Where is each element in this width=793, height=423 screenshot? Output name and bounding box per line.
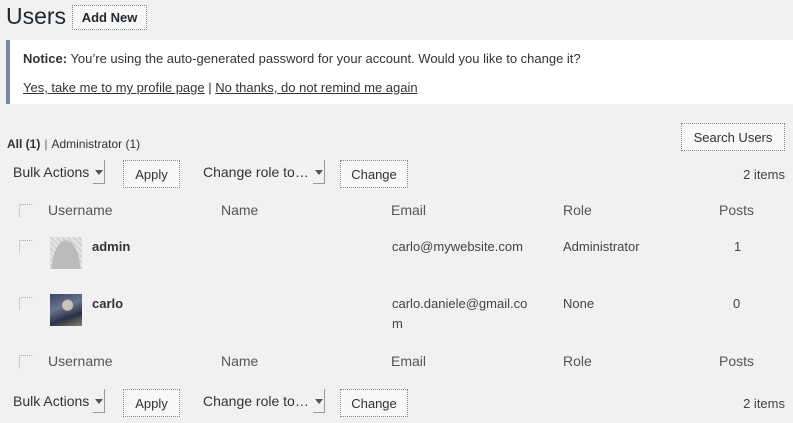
filter-separator: |	[44, 137, 48, 151]
add-new-button[interactable]: Add New	[72, 5, 147, 30]
apply-button-top[interactable]: Apply	[123, 160, 180, 188]
username-link[interactable]: admin	[92, 239, 130, 254]
role-cell: None	[563, 296, 595, 311]
role-filter-links: All (1) | Administrator (1)	[7, 137, 140, 151]
email-link[interactable]: carlo@mywebsite.com	[392, 239, 523, 254]
column-name[interactable]: Name	[221, 202, 258, 218]
avatar	[50, 294, 82, 326]
profile-page-link[interactable]: Yes, take me to my profile page	[23, 80, 205, 95]
search-users-button[interactable]: Search Users	[681, 123, 785, 151]
bulk-actions-label: Bulk Actions	[13, 393, 90, 409]
change-role-select-top[interactable]: Change role to…	[203, 160, 325, 184]
chevron-down-icon	[312, 160, 325, 184]
avatar	[50, 237, 82, 269]
email-link-wrap[interactable]: m	[392, 316, 403, 331]
column-email[interactable]: Email	[391, 202, 426, 218]
posts-cell: 1	[734, 239, 742, 254]
column-posts[interactable]: Posts	[719, 202, 754, 218]
select-all-checkbox-top[interactable]	[19, 204, 33, 218]
column-name[interactable]: Name	[221, 353, 258, 369]
column-username[interactable]: Username	[48, 353, 113, 369]
column-email[interactable]: Email	[391, 353, 426, 369]
items-count-top: 2 items	[743, 167, 785, 182]
select-all-checkbox-bottom[interactable]	[19, 355, 33, 369]
email-link[interactable]: carlo.daniele@gmail.co	[392, 296, 527, 311]
chevron-down-icon	[93, 389, 106, 413]
chevron-down-icon	[93, 160, 106, 184]
change-role-label: Change role to…	[203, 393, 309, 409]
column-role: Role	[563, 202, 592, 218]
posts-cell: 0	[733, 296, 741, 311]
notice-text: Notice: You’re using the auto-generated …	[23, 51, 581, 66]
change-role-select-bottom[interactable]: Change role to…	[203, 389, 325, 413]
items-count-bottom: 2 items	[743, 396, 785, 411]
page-title: Users	[6, 3, 67, 29]
chevron-down-icon	[312, 389, 325, 413]
role-cell: Administrator	[563, 239, 640, 254]
notice-label: Notice:	[23, 51, 68, 66]
notice-message: You’re using the auto-generated password…	[67, 51, 581, 66]
filter-administrator-link[interactable]: Administrator (1)	[51, 137, 140, 151]
bulk-actions-select-bottom[interactable]: Bulk Actions	[13, 389, 106, 413]
change-button-bottom[interactable]: Change	[340, 389, 408, 417]
dismiss-reminder-link[interactable]: No thanks, do not remind me again	[215, 80, 417, 95]
column-posts[interactable]: Posts	[719, 353, 754, 369]
column-username[interactable]: Username	[48, 202, 113, 218]
filter-all-link[interactable]: All (1)	[7, 137, 40, 151]
change-role-label: Change role to…	[203, 164, 309, 180]
column-role: Role	[563, 353, 592, 369]
notice-link-separator: |	[208, 80, 212, 95]
bulk-actions-label: Bulk Actions	[13, 164, 90, 180]
apply-button-bottom[interactable]: Apply	[123, 389, 180, 417]
change-button-top[interactable]: Change	[340, 160, 408, 188]
row-checkbox[interactable]	[19, 240, 33, 254]
username-link[interactable]: carlo	[92, 296, 123, 311]
notice-links: Yes, take me to my profile page | No tha…	[23, 80, 418, 95]
bulk-actions-select-top[interactable]: Bulk Actions	[13, 160, 106, 184]
row-checkbox[interactable]	[19, 297, 33, 311]
